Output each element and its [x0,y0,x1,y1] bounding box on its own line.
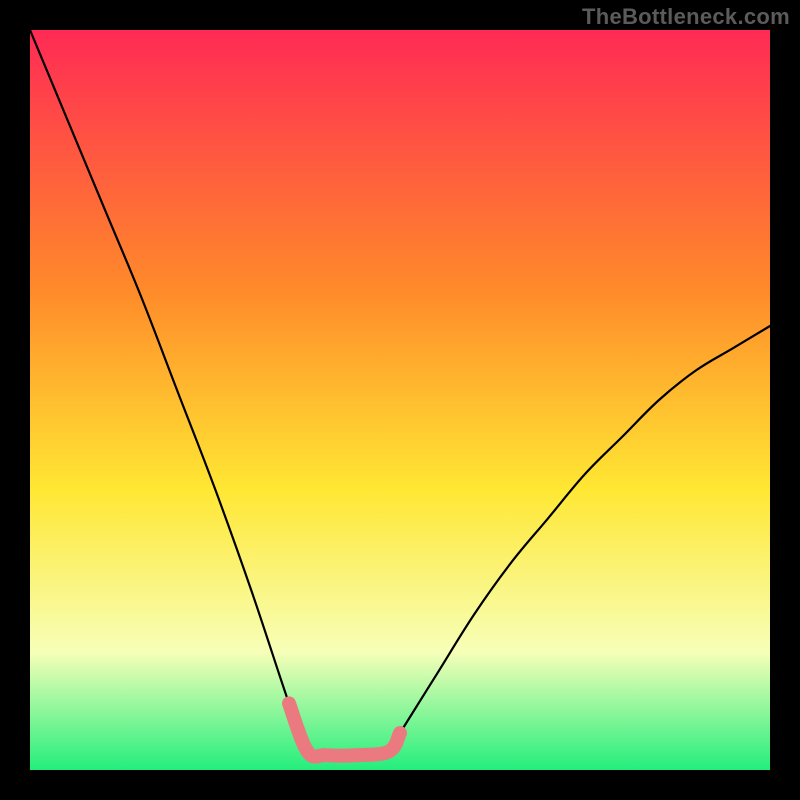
chart-frame: TheBottleneck.com [0,0,800,800]
watermark-text: TheBottleneck.com [582,4,790,30]
bottleneck-chart [0,0,800,800]
